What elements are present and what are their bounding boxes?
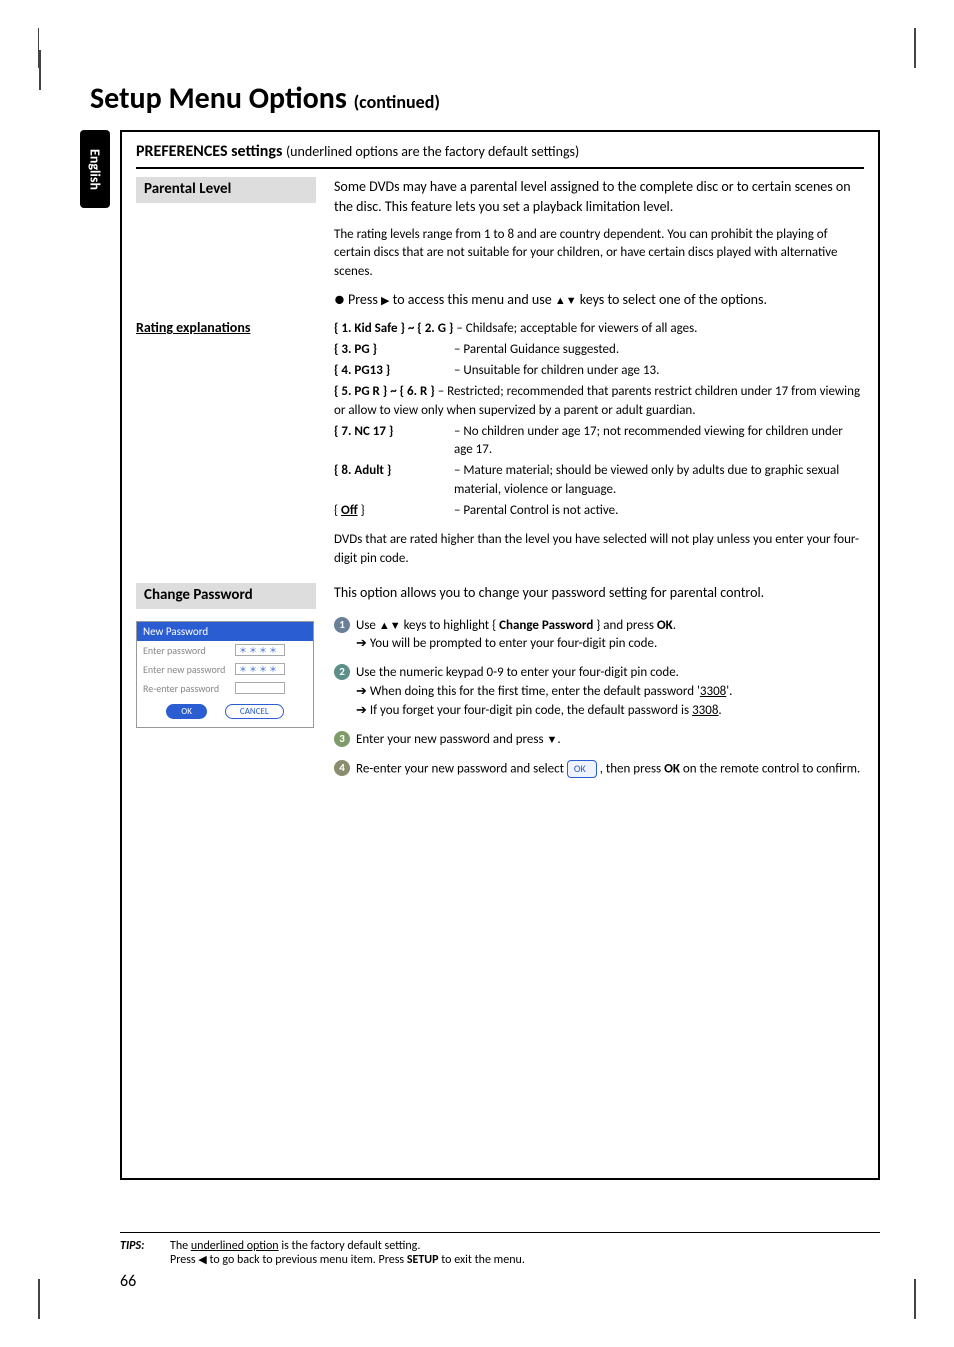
default-code: 3308 xyxy=(700,684,726,699)
crop-mark xyxy=(38,1279,40,1319)
down-arrow-icon: ▼ xyxy=(390,619,401,632)
result-arrow-icon: ➔ xyxy=(356,636,370,651)
rating-desc: – No children under age 17; not recommen… xyxy=(454,423,864,461)
off-option: Off xyxy=(341,503,358,518)
text: Press xyxy=(170,1253,198,1267)
step-4-icon: 4 xyxy=(334,760,350,776)
step-1-icon: 1 xyxy=(334,617,350,633)
enter-password-field[interactable]: ＊＊＊＊ xyxy=(235,644,285,656)
text: Change Password xyxy=(499,618,593,633)
ratings-footer: DVDs that are rated higher than the leve… xyxy=(334,531,864,569)
press-instruction: ● Press ▶ to access this menu and use ▲▼… xyxy=(316,290,864,310)
text: to access this menu and use xyxy=(389,291,554,308)
change-password-intro: This option allows you to change your pa… xyxy=(316,583,864,609)
dlg-row-label: Re-enter password xyxy=(143,682,235,695)
title-main: Setup Menu Options xyxy=(90,80,354,117)
rating-desc: – Parental Guidance suggested. xyxy=(454,341,864,360)
step-3-icon: 3 xyxy=(334,731,350,747)
text: '. xyxy=(726,684,732,699)
left-arrow-icon: ◀ xyxy=(198,1253,206,1266)
dlg-row-label: Enter new password xyxy=(143,663,235,676)
tips-box: TIPS: The underlined option is the facto… xyxy=(120,1232,880,1267)
result-arrow-icon: ➔ xyxy=(356,684,370,699)
parental-note: The rating levels range from 1 to 8 and … xyxy=(316,226,864,283)
text: Use the numeric keypad 0-9 to enter your… xyxy=(356,665,679,680)
down-arrow-icon: ▼ xyxy=(546,733,557,746)
section-header-sub: (underlined options are the factory defa… xyxy=(286,143,579,160)
rating-key: { 8. Adult } xyxy=(334,463,391,478)
content-box: PREFERENCES settings (underlined options… xyxy=(120,130,880,1180)
rating-desc: – Unsuitable for children under age 13. xyxy=(454,362,864,381)
new-password-dialog: New Password Enter password＊＊＊＊ Enter ne… xyxy=(136,621,314,728)
rating-key: { 3. PG } xyxy=(334,342,377,357)
parental-level-label: Parental Level xyxy=(136,177,316,203)
text: You will be prompted to enter your four-… xyxy=(370,636,657,651)
underlined-option: underlined option xyxy=(191,1239,279,1253)
rating-key: { 7. NC 17 } xyxy=(334,424,393,439)
text: , then press xyxy=(600,761,664,776)
ratings-list: { 1. Kid Safe } ~ { 2. G } – Childsafe; … xyxy=(316,318,864,568)
change-password-label: Change Password xyxy=(136,583,316,609)
rating-key: { 4. PG13 } xyxy=(334,363,390,378)
tips-label: TIPS: xyxy=(120,1239,170,1267)
text: . xyxy=(718,703,721,718)
step-2-icon: 2 xyxy=(334,664,350,680)
down-arrow-icon: ▼ xyxy=(566,294,577,307)
default-code: 3308 xyxy=(692,703,718,718)
text: . xyxy=(673,618,676,633)
text: OK xyxy=(657,618,673,633)
crop-mark xyxy=(898,1279,916,1319)
text: to go back to previous menu item. Press xyxy=(207,1253,407,1267)
up-arrow-icon: ▲ xyxy=(555,294,566,307)
text: is the factory default setting. xyxy=(279,1239,421,1253)
dialog-ok-button[interactable]: OK xyxy=(166,704,207,719)
language-tab: English xyxy=(80,130,110,208)
page-title: Setup Menu Options (continued) xyxy=(90,80,440,117)
up-arrow-icon: ▲ xyxy=(379,619,390,632)
text: to exit the menu. xyxy=(439,1253,525,1267)
text: on the remote control to confirm. xyxy=(683,761,860,776)
crop-mark xyxy=(38,28,56,68)
text: Press xyxy=(348,291,381,308)
text: } and press xyxy=(593,618,657,633)
new-password-field[interactable]: ＊＊＊＊ xyxy=(235,663,285,675)
text: OK xyxy=(664,761,680,776)
text: keys to highlight { xyxy=(401,618,500,633)
text: Use xyxy=(356,618,379,633)
parental-intro: Some DVDs may have a parental level assi… xyxy=(316,177,864,218)
text: When doing this for the first time, ente… xyxy=(370,684,700,699)
text: Re-enter your new password and select xyxy=(356,761,567,776)
text: Enter your new password and press xyxy=(356,732,546,747)
text: keys to select one of the options. xyxy=(577,291,767,308)
rating-explanations-heading: Rating explanations xyxy=(136,319,250,336)
dialog-title: New Password xyxy=(137,622,313,641)
dlg-row-label: Enter password xyxy=(143,644,235,657)
bullet-icon: ● xyxy=(334,290,348,308)
page-number: 66 xyxy=(120,1272,136,1291)
section-header: PREFERENCES settings (underlined options… xyxy=(136,142,864,169)
ok-pill-icon[interactable]: OK xyxy=(567,760,597,779)
section-header-main: PREFERENCES settings xyxy=(136,142,286,161)
steps-column: 1 Use ▲▼ keys to highlight { Change Pass… xyxy=(326,617,864,783)
setup-key: SETUP xyxy=(407,1253,439,1267)
dialog-cancel-button[interactable]: CANCEL xyxy=(225,704,284,719)
crop-mark xyxy=(914,28,916,68)
off-desc: – Parental Control is not active. xyxy=(454,502,864,521)
rating-desc: – Childsafe; acceptable for viewers of a… xyxy=(456,320,697,339)
rating-key: { 5. PG R } ~ { 6. R } xyxy=(334,384,435,399)
text: If you forget your four-digit pin code, … xyxy=(370,703,692,718)
text: The xyxy=(170,1239,191,1253)
reenter-password-field[interactable] xyxy=(235,682,285,694)
rating-key: { 1. Kid Safe } ~ { 2. G } xyxy=(334,321,453,336)
result-arrow-icon: ➔ xyxy=(356,703,370,718)
rating-desc: – Mature material; should be viewed only… xyxy=(454,462,864,500)
title-sub: (continued) xyxy=(354,91,440,113)
